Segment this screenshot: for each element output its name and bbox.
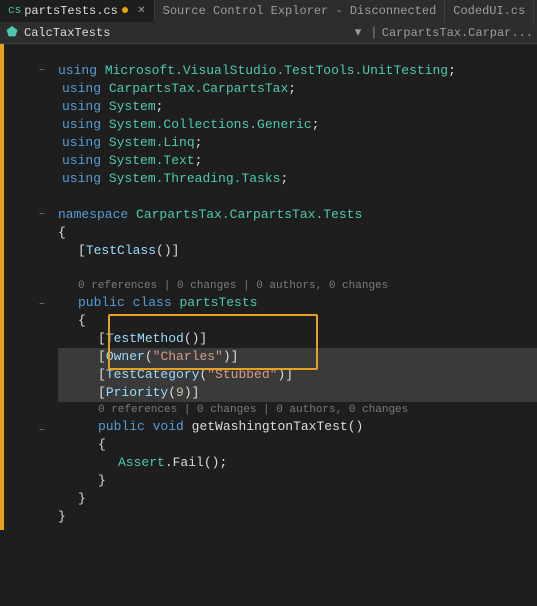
code-line-27: } xyxy=(58,508,537,526)
code-line-1 xyxy=(58,44,537,62)
code-line-20: [Priority(9)] xyxy=(58,384,537,402)
gutter-13 xyxy=(4,260,54,278)
code-editor[interactable]: using Microsoft.VisualStudio.TestTools.U… xyxy=(54,44,537,530)
code-line-10: namespace CarpartsTax.CarpartsTax.Tests xyxy=(58,206,537,224)
code-line-15: public class partsTests xyxy=(58,294,537,312)
code-line-13 xyxy=(58,260,537,278)
gutter-27 xyxy=(4,512,54,530)
gutter-7 xyxy=(4,152,54,170)
code-line-3: using CarpartsTax.CarpartsTax; xyxy=(58,80,537,98)
breadcrumb-dropdown-icon[interactable]: ▾ xyxy=(350,25,366,41)
collapse-15[interactable]: − xyxy=(36,299,48,311)
line-gutter: − − − − xyxy=(4,44,54,530)
tab-close[interactable]: ✕ xyxy=(137,5,145,17)
code-line-24: Assert.Fail(); xyxy=(58,454,537,472)
tab-icon: cs xyxy=(8,5,21,17)
code-line-17: [TestMethod()] xyxy=(58,330,537,348)
editor-wrapper: − − − − xyxy=(0,44,537,530)
gutter-11 xyxy=(4,224,54,242)
tab-label: partsTests.cs xyxy=(24,4,118,18)
gutter-25 xyxy=(4,476,54,494)
gutter-9 xyxy=(4,188,54,206)
code-line-12: [TestClass()] xyxy=(58,242,537,260)
code-line-25: } xyxy=(58,472,537,490)
tab-label-cu: CodedUI.cs xyxy=(453,4,525,18)
collapse-22[interactable]: − xyxy=(36,425,48,437)
gutter-8 xyxy=(4,170,54,188)
ide-window: cs partsTests.cs ● ✕ Source Control Expl… xyxy=(0,0,537,530)
code-line-4: using System; xyxy=(58,98,537,116)
gutter-19 xyxy=(4,368,54,386)
gutter-24 xyxy=(4,458,54,476)
info-line-1: 0 references | 0 changes | 0 authors, 0 … xyxy=(58,278,537,294)
tab-codedui[interactable]: CodedUI.cs xyxy=(445,0,534,22)
gutter-23 xyxy=(4,440,54,458)
gutter-2: − xyxy=(4,62,54,80)
ref-info-1: 0 references | 0 changes | 0 authors, 0 … xyxy=(78,280,388,292)
gutter-22: − xyxy=(4,422,54,440)
collapse-2[interactable]: − xyxy=(36,65,48,77)
code-line-26: } xyxy=(58,490,537,508)
code-line-7: using System.Text; xyxy=(58,152,537,170)
tab-partsTests[interactable]: cs partsTests.cs ● ✕ xyxy=(0,0,155,22)
gutter-15: − xyxy=(4,296,54,314)
gutter-16 xyxy=(4,314,54,332)
code-line-11: { xyxy=(58,224,537,242)
gutter-12 xyxy=(4,242,54,260)
gutter-3 xyxy=(4,80,54,98)
breadcrumb-right: CarpartsTax.Carpar... xyxy=(382,26,533,40)
tab-bar: cs partsTests.cs ● ✕ Source Control Expl… xyxy=(0,0,537,22)
code-line-23: { xyxy=(58,436,537,454)
breadcrumb-text[interactable]: CalcTaxTests xyxy=(24,26,350,40)
code-line-22: public void getWashingtonTaxTest() xyxy=(58,418,537,436)
tab-source-control[interactable]: Source Control Explorer - Disconnected xyxy=(155,0,446,22)
ref-info-2: 0 references | 0 changes | 0 authors, 0 … xyxy=(98,404,408,416)
gutter-1 xyxy=(4,44,54,62)
gutter-21 xyxy=(4,404,54,422)
modified-dot: ● xyxy=(121,3,129,19)
code-line-9 xyxy=(58,188,537,206)
code-line-16: { xyxy=(58,312,537,330)
code-line-2: using Microsoft.VisualStudio.TestTools.U… xyxy=(58,62,537,80)
collapse-10[interactable]: − xyxy=(36,209,48,221)
code-line-8: using System.Threading.Tasks; xyxy=(58,170,537,188)
gutter-5 xyxy=(4,116,54,134)
gutter-17 xyxy=(4,332,54,350)
info-line-2: 0 references | 0 changes | 0 authors, 0 … xyxy=(58,402,537,418)
gutter-18 xyxy=(4,350,54,368)
code-line-19: [TestCategory("Stubbed")] xyxy=(58,366,537,384)
gutter-6 xyxy=(4,134,54,152)
code-line-18: [Owner("Charles")] xyxy=(58,348,537,366)
gutter-20 xyxy=(4,386,54,404)
code-line-6: using System.Linq; xyxy=(58,134,537,152)
breadcrumb-separator: | xyxy=(370,25,378,40)
gutter-4 xyxy=(4,98,54,116)
gutter-10: − xyxy=(4,206,54,224)
breadcrumb-bar: ⬟ CalcTaxTests ▾ | CarpartsTax.Carpar... xyxy=(0,22,537,44)
gutter-26 xyxy=(4,494,54,512)
code-line-5: using System.Collections.Generic; xyxy=(58,116,537,134)
gutter-14 xyxy=(4,278,54,296)
tab-label-sc: Source Control Explorer - Disconnected xyxy=(163,4,437,18)
class-icon: ⬟ xyxy=(4,25,20,41)
